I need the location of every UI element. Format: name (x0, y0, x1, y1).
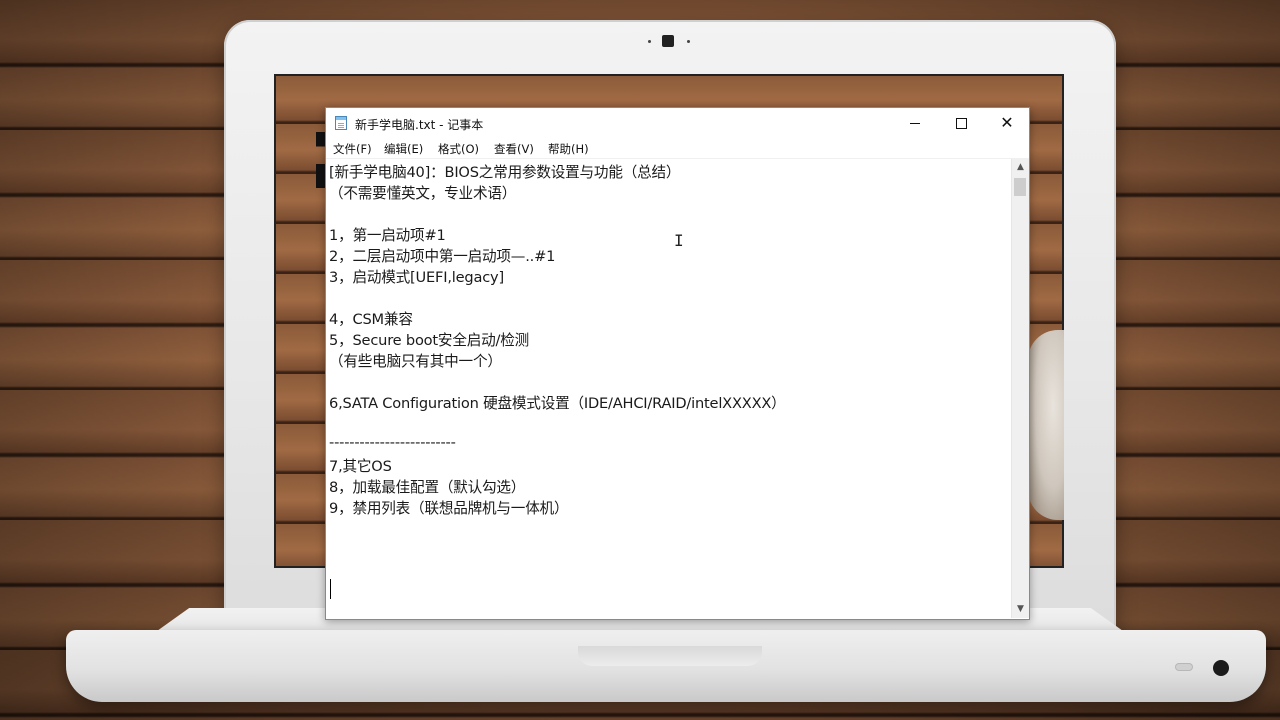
ibeam-cursor-icon: I (674, 231, 684, 250)
minimize-button[interactable] (892, 108, 938, 138)
text-line: 2，二层启动项中第一启动项—..#1 (329, 248, 556, 265)
menu-file[interactable]: 文件(F) (333, 141, 372, 157)
wallpaper-graphic-right (1028, 330, 1064, 520)
menu-format[interactable]: 格式(O) (438, 141, 479, 157)
menu-help[interactable]: 帮助(H) (548, 141, 589, 157)
text-editor-area[interactable]: [新手学电脑40]：BIOS之常用参数设置与功能（总结） （不需要懂英文，专业术… (326, 159, 1011, 618)
power-button[interactable] (1213, 660, 1229, 676)
chevron-up-icon[interactable]: ▲ (1012, 159, 1029, 176)
window-title: 新手学电脑.txt - 记事本 (355, 118, 484, 132)
text-line: 8，加载最佳配置（默认勾选） (329, 479, 526, 496)
chevron-down-icon[interactable]: ▼ (1012, 601, 1029, 618)
scrollbar-thumb[interactable] (1014, 178, 1026, 196)
power-led (1176, 664, 1192, 670)
menu-edit[interactable]: 编辑(E) (384, 141, 423, 157)
text-line: 9，禁用列表（联想品牌机与一体机） (329, 500, 569, 517)
minimize-icon (910, 123, 920, 124)
laptop-base (66, 630, 1266, 702)
title-bar[interactable]: 新手学电脑.txt - 记事本 ✕ (326, 108, 1029, 138)
text-line: 4，CSM兼容 (329, 311, 413, 328)
text-line: （有些电脑只有其中一个） (329, 353, 502, 370)
text-line: ------------------------- (329, 434, 456, 451)
text-caret (330, 579, 331, 599)
maximize-button[interactable] (938, 108, 984, 138)
maximize-icon (955, 118, 967, 129)
webcam (662, 35, 674, 47)
camera-sensor-right (687, 40, 690, 43)
text-line: 1，第一启动项#1 (329, 227, 446, 244)
menu-bar: 文件(F) 编辑(E) 格式(O) 查看(V) 帮助(H) (326, 138, 1029, 159)
text-line: [新手学电脑40]：BIOS之常用参数设置与功能（总结） (329, 164, 681, 181)
text-line: 6,SATA Configuration 硬盘模式设置（IDE/AHCI/RAI… (329, 395, 786, 412)
close-icon: ✕ (1000, 113, 1014, 132)
text-line: 5，Secure boot安全启动/检测 (329, 332, 530, 349)
notepad-window: 新手学电脑.txt - 记事本 ✕ 文件(F) 编辑(E) 格式(O) 查看(V… (325, 107, 1030, 620)
close-button[interactable]: ✕ (984, 108, 1030, 138)
vertical-scrollbar[interactable]: ▲ ▼ (1011, 159, 1029, 618)
text-line: 3，启动模式[UEFI,legacy] (329, 269, 504, 286)
menu-view[interactable]: 查看(V) (494, 141, 534, 157)
notepad-icon[interactable] (335, 116, 347, 130)
text-line: 7,其它OS (329, 458, 392, 475)
camera-sensor-left (648, 40, 651, 43)
text-line: （不需要懂英文，专业术语） (329, 185, 517, 202)
laptop-notch (578, 646, 762, 666)
